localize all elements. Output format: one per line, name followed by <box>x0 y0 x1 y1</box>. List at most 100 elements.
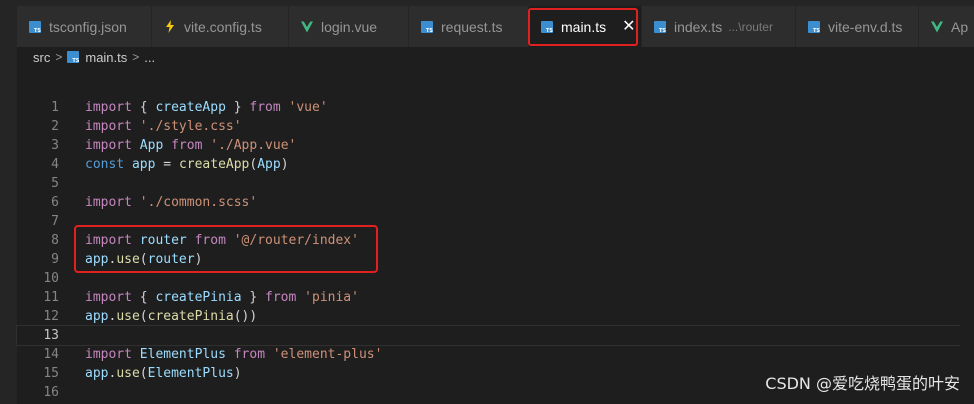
code-token: App <box>257 157 281 172</box>
code-text[interactable]: import './common.scss' <box>85 193 257 212</box>
bolt-icon <box>164 20 176 33</box>
code-token: from <box>265 290 297 305</box>
tab-label: tsconfig.json <box>49 18 127 35</box>
code-text[interactable]: import ElementPlus from 'element-plus' <box>85 345 382 364</box>
code-token: use <box>116 252 140 267</box>
line-number: 3 <box>51 138 59 153</box>
line-number: 13 <box>43 328 59 343</box>
code-token: './App.vue' <box>210 138 297 153</box>
code-text[interactable]: import './style.css' <box>85 117 242 136</box>
code-line[interactable]: 5 <box>17 174 974 193</box>
code-line[interactable]: 10 <box>17 269 974 288</box>
code-line[interactable]: 2 import './style.css' <box>17 117 974 136</box>
vue-icon <box>931 20 943 33</box>
tab-login-vue[interactable]: login.vue <box>289 6 409 47</box>
breadcrumb: src > main.ts > ... <box>17 47 974 67</box>
code-line[interactable]: 12 app.use(createPinia()) <box>17 307 974 326</box>
code-line[interactable]: 7 <box>17 212 974 231</box>
tab-main-ts[interactable]: main.ts ✕ <box>529 6 642 47</box>
tab-tsconfig-json[interactable]: tsconfig.json <box>17 6 152 47</box>
ts-file-icon <box>421 20 433 34</box>
code-line[interactable]: 11 import { createPinia } from 'pinia' <box>17 288 974 307</box>
line-number: 5 <box>51 176 59 191</box>
code-editor[interactable]: 1 import { createApp } from 'vue' 2 import … <box>16 98 974 404</box>
tab-app-vue[interactable]: Ap <box>919 6 974 47</box>
code-token: use <box>116 309 140 324</box>
code-text[interactable]: import App from './App.vue' <box>85 136 296 155</box>
code-text[interactable]: import { createPinia } from 'pinia' <box>85 288 359 307</box>
code-token: ( <box>139 252 148 267</box>
code-text[interactable]: app.use(createPinia()) <box>85 307 257 326</box>
code-line[interactable]: 13 <box>16 325 974 346</box>
line-number: 7 <box>51 214 59 229</box>
line-number: 11 <box>43 290 59 305</box>
tab-label: vite.config.ts <box>184 18 262 35</box>
code-token: { <box>131 290 156 305</box>
vue-icon <box>301 20 313 33</box>
close-icon[interactable]: ✕ <box>622 18 635 35</box>
code-token: const <box>85 157 125 172</box>
code-token: './style.css' <box>139 119 242 134</box>
code-token: router <box>147 252 195 267</box>
code-token: createApp <box>178 157 250 172</box>
code-token: import <box>85 195 132 210</box>
code-token: App <box>139 138 164 153</box>
tab-label: login.vue <box>321 18 378 35</box>
code-line[interactable]: 3 import App from './App.vue' <box>17 136 974 155</box>
code-token: } <box>241 290 266 305</box>
code-text[interactable]: import router from '@/router/index' <box>85 231 359 250</box>
code-text[interactable]: app.use(router) <box>85 250 202 269</box>
code-token: import <box>85 347 132 362</box>
code-token: ElementPlus <box>139 347 226 362</box>
code-token: app <box>85 309 109 324</box>
breadcrumb-file[interactable]: main.ts <box>85 50 127 65</box>
code-text[interactable]: import { createApp } from 'vue' <box>85 98 328 117</box>
code-token: app <box>85 252 109 267</box>
code-token: from <box>171 138 203 153</box>
tab-label: index.ts <box>674 18 723 35</box>
code-token: app <box>131 157 156 172</box>
ts-file-icon <box>808 20 820 34</box>
code-line[interactable]: 8 import router from '@/router/index' <box>17 231 974 250</box>
tab-request-ts[interactable]: request.ts <box>409 6 529 47</box>
ts-file-icon <box>67 51 80 64</box>
code-line[interactable]: 4 const app = createApp(App) <box>17 155 974 174</box>
line-number: 4 <box>51 157 59 172</box>
line-number: 10 <box>43 271 59 286</box>
code-token: router <box>139 233 187 248</box>
code-token: './common.scss' <box>139 195 258 210</box>
breadcrumb-symbols[interactable]: ... <box>144 50 155 65</box>
editor-window: tsconfig.json vite.config.ts login.vue r… <box>0 0 974 404</box>
code-line[interactable]: 1 import { createApp } from 'vue' <box>17 98 974 117</box>
code-token: ( <box>139 366 148 381</box>
line-number: 2 <box>51 119 59 134</box>
vertical-scrollbar[interactable] <box>960 67 974 404</box>
code-text[interactable]: app.use(ElementPlus) <box>85 364 242 383</box>
tab-label: vite-env.d.ts <box>828 18 903 35</box>
chevron-right-icon: > <box>55 50 63 64</box>
watermark: CSDN @爱吃烧鸭蛋的叶安 <box>765 374 960 393</box>
code-token: ElementPlus <box>147 366 234 381</box>
code-line[interactable]: 6 import './common.scss' <box>17 193 974 212</box>
tab-index-ts[interactable]: index.ts ...\router <box>642 6 796 47</box>
code-token: '@/router/index' <box>233 233 359 248</box>
tab-vite-env-d-ts[interactable]: vite-env.d.ts <box>796 6 919 47</box>
code-line[interactable]: 14 import ElementPlus from 'element-plus' <box>17 345 974 364</box>
code-token: import <box>85 138 132 153</box>
code-token: } <box>225 100 250 115</box>
ts-file-icon <box>29 20 41 34</box>
line-number: 9 <box>51 252 59 267</box>
code-text[interactable]: const app = createApp(App) <box>85 155 289 174</box>
line-number: 1 <box>51 100 59 115</box>
tab-vite-config-ts[interactable]: vite.config.ts <box>152 6 289 47</box>
code-line[interactable]: 9 app.use(router) <box>17 250 974 269</box>
breadcrumb-folder[interactable]: src <box>33 50 50 65</box>
